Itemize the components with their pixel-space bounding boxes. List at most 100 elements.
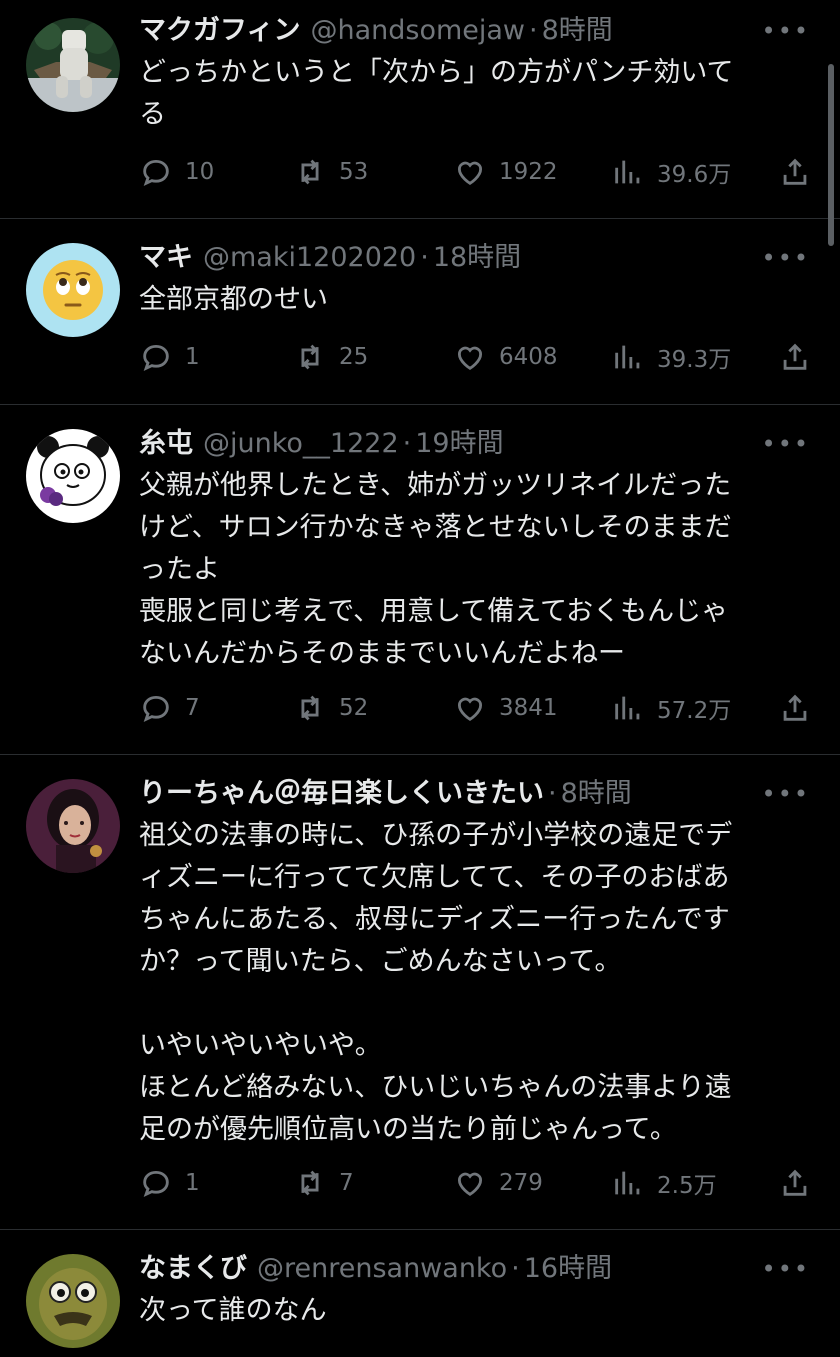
tweet[interactable]: りーちゃん＠毎日楽しくいきたい · 8時間 ••• 祖父の法事の時に、ひ孫の子が小学… (0, 755, 840, 1230)
reply-button[interactable]: 7 (139, 688, 200, 728)
avatar-emoji-image (26, 243, 120, 337)
avatar[interactable] (26, 243, 120, 337)
user-handle[interactable]: @junko__1222 (203, 428, 399, 459)
views-icon (615, 1171, 640, 1195)
like-icon (457, 161, 483, 185)
timestamp[interactable]: 16時間 (524, 1253, 612, 1284)
repost-icon (301, 1170, 319, 1196)
reply-button[interactable]: 1 (139, 337, 200, 377)
like-button[interactable]: 3841 (453, 688, 558, 728)
timestamp[interactable]: 18時間 (433, 242, 521, 273)
reply-count: 1 (185, 1170, 200, 1196)
tweet[interactable]: 糸屯 @junko__1222 · 19時間 ••• 父親が他界したとき、姉がガッツリ… (0, 405, 840, 755)
more-icon[interactable]: ••• (762, 1250, 810, 1288)
share-icon (783, 694, 807, 721)
avatar-cartoon-face-image (26, 1254, 120, 1348)
reply-icon (143, 159, 169, 187)
user-handle[interactable]: @renrensanwanko (257, 1253, 507, 1284)
action-bar: 10 53 1922 39.6万 (139, 152, 812, 192)
timeline: マクガフィン @handsomejaw · 8時間 ••• どっちかというと「次から」… (0, 0, 840, 1357)
repost-count: 7 (339, 1170, 354, 1196)
views-button[interactable]: 57.2万 (611, 688, 731, 728)
share-button[interactable] (778, 152, 812, 192)
tweet-text: 父親が他界したとき、姉がガッツリネイルだった けど、サロン行かなきゃ落とせないし… (139, 470, 732, 669)
separator-dot: · (402, 428, 412, 459)
separator-dot: · (548, 778, 557, 809)
share-icon (783, 158, 807, 185)
like-count: 6408 (499, 344, 558, 370)
views-button[interactable]: 39.3万 (611, 337, 731, 377)
view-count: 39.6万 (657, 162, 732, 188)
avatar-statue-image (26, 18, 120, 112)
view-count: 57.2万 (657, 698, 732, 724)
avatar[interactable] (26, 18, 120, 112)
avatar[interactable] (26, 1254, 120, 1348)
more-icon[interactable]: ••• (762, 775, 810, 813)
tweet-text: 次って誰のなん (139, 1295, 327, 1326)
like-count: 279 (499, 1170, 543, 1196)
view-count: 39.3万 (657, 347, 732, 373)
views-icon (615, 160, 640, 184)
like-count: 3841 (499, 695, 558, 721)
like-icon (457, 346, 483, 370)
like-icon (457, 1172, 483, 1196)
reply-count: 10 (185, 159, 215, 185)
separator-dot: · (511, 1253, 520, 1284)
like-button[interactable]: 1922 (453, 152, 558, 192)
reply-icon (143, 1170, 169, 1198)
timestamp[interactable]: 8時間 (542, 15, 613, 46)
avatar[interactable] (26, 779, 120, 873)
display-name[interactable]: マクガフィン (139, 15, 300, 46)
display-name[interactable]: マキ (139, 242, 193, 273)
like-icon (457, 697, 483, 721)
tweet-header: なまくび @renrensanwanko · 16時間 ••• (139, 1250, 810, 1288)
views-button[interactable]: 2.5万 (611, 1163, 717, 1203)
tweet-header: マクガフィン @handsomejaw · 8時間 ••• (139, 12, 810, 50)
reply-button[interactable]: 1 (139, 1163, 200, 1203)
more-icon[interactable]: ••• (762, 425, 810, 463)
display-name[interactable]: 糸屯 (139, 428, 193, 459)
action-bar: 1 7 279 2.5万 (139, 1163, 812, 1203)
avatar[interactable] (26, 429, 120, 523)
repost-icon (301, 159, 319, 185)
views-icon (615, 345, 640, 369)
tweet-text: 祖父の法事の時に、ひ孫の子が小学校の遠足でデ ィズニーに行ってて欠席してて、その… (139, 820, 733, 1145)
avatar-portrait-image (26, 779, 120, 873)
more-icon[interactable]: ••• (762, 239, 810, 277)
repost-button[interactable]: 52 (293, 688, 368, 728)
repost-icon (301, 695, 319, 721)
repost-count: 53 (339, 159, 369, 185)
repost-button[interactable]: 25 (293, 337, 368, 377)
tweet[interactable]: なまくび @renrensanwanko · 16時間 ••• 次って誰のなん (0, 1230, 840, 1357)
timestamp[interactable]: 8時間 (561, 778, 632, 809)
tweet-header: マキ @maki1202020 · 18時間 ••• (139, 239, 810, 277)
reply-button[interactable]: 10 (139, 152, 214, 192)
views-button[interactable]: 39.6万 (611, 152, 731, 192)
tweet-text: 全部京都のせい (139, 284, 328, 315)
display-name[interactable]: なまくび (139, 1253, 247, 1284)
share-button[interactable] (778, 337, 812, 377)
separator-dot: · (420, 242, 429, 273)
tweet[interactable]: マキ @maki1202020 · 18時間 ••• 全部京都のせい 1 25 640… (0, 219, 840, 405)
more-icon[interactable]: ••• (762, 12, 810, 50)
separator-dot: · (529, 15, 538, 46)
share-button[interactable] (778, 1163, 812, 1203)
repost-icon (301, 344, 319, 370)
repost-button[interactable]: 53 (293, 152, 368, 192)
tweet[interactable]: マクガフィン @handsomejaw · 8時間 ••• どっちかというと「次から」… (0, 0, 840, 219)
like-count: 1922 (499, 159, 558, 185)
share-button[interactable] (778, 688, 812, 728)
user-handle[interactable]: @handsomejaw (310, 15, 525, 46)
user-handle[interactable]: @maki1202020 (203, 242, 416, 273)
repost-count: 52 (339, 695, 369, 721)
display-name[interactable]: りーちゃん＠毎日楽しくいきたい (139, 778, 544, 809)
like-button[interactable]: 6408 (453, 337, 558, 377)
repost-button[interactable]: 7 (293, 1163, 354, 1203)
reply-icon (143, 344, 169, 372)
tweet-header: りーちゃん＠毎日楽しくいきたい · 8時間 ••• (139, 775, 810, 813)
timestamp[interactable]: 19時間 (415, 428, 503, 459)
scrollbar[interactable] (828, 64, 834, 246)
like-button[interactable]: 279 (453, 1163, 543, 1203)
share-icon (783, 343, 807, 370)
reply-count: 1 (185, 344, 200, 370)
